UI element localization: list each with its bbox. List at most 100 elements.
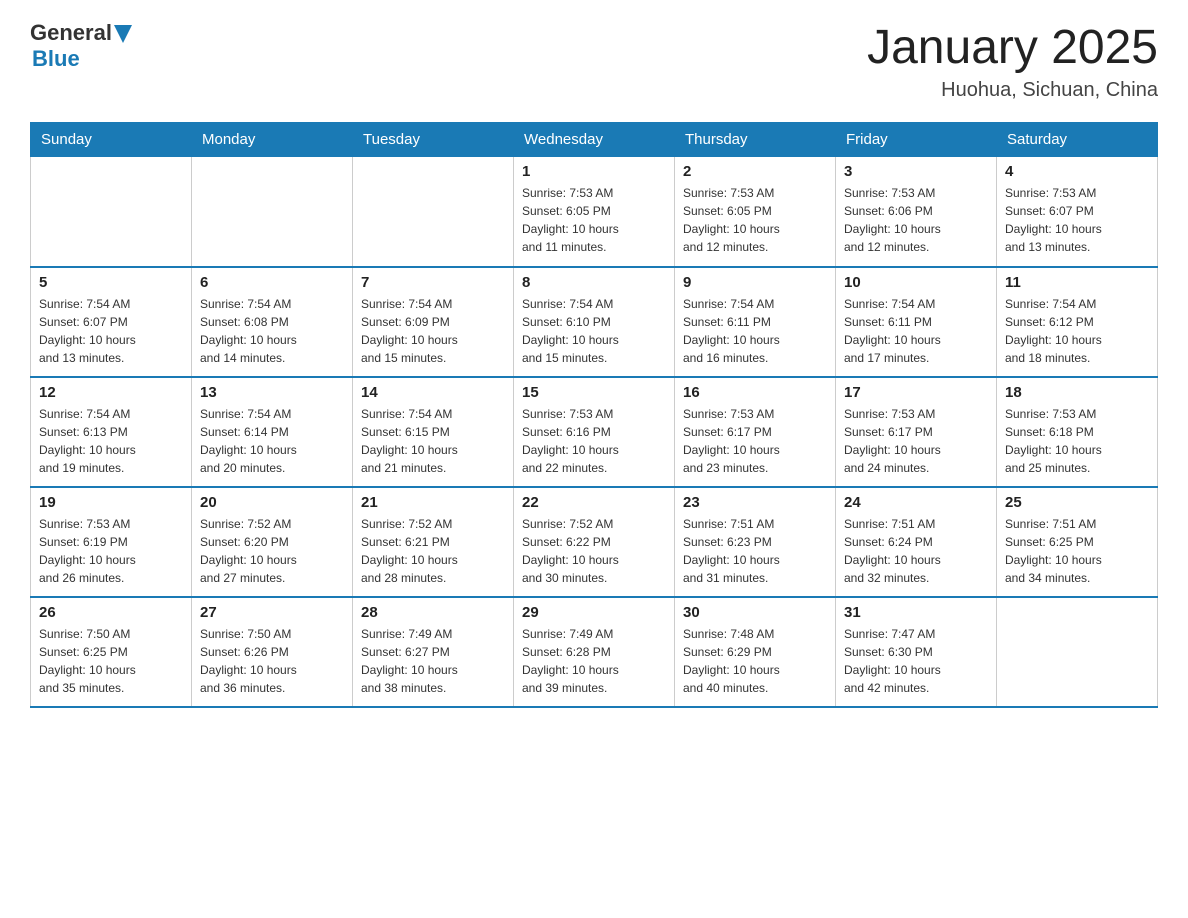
day-number: 9 xyxy=(683,274,827,291)
day-number: 21 xyxy=(361,494,505,511)
day-info: Sunrise: 7:51 AM Sunset: 6:23 PM Dayligh… xyxy=(683,515,827,587)
week-row-4: 19 Sunrise: 7:53 AM Sunset: 6:19 PM Dayli… xyxy=(31,487,1158,597)
day-number: 26 xyxy=(39,604,183,621)
weekday-header-sunday: Sunday xyxy=(31,123,192,157)
calendar-cell xyxy=(192,157,353,267)
week-row-5: 26 Sunrise: 7:50 AM Sunset: 6:25 PM Dayli… xyxy=(31,597,1158,707)
day-number: 27 xyxy=(200,604,344,621)
day-number: 12 xyxy=(39,384,183,401)
day-number: 24 xyxy=(844,494,988,511)
day-number: 14 xyxy=(361,384,505,401)
page-header: General Blue January 2025 Huohua, Sichua… xyxy=(30,20,1158,102)
day-info: Sunrise: 7:54 AM Sunset: 6:11 PM Dayligh… xyxy=(844,295,988,367)
calendar-cell: 4Sunrise: 7:53 AM Sunset: 6:07 PM Daylig… xyxy=(997,157,1158,267)
day-number: 10 xyxy=(844,274,988,291)
calendar-cell: 16 Sunrise: 7:53 AM Sunset: 6:17 PM Dayli… xyxy=(675,377,836,487)
day-info: Sunrise: 7:52 AM Sunset: 6:21 PM Dayligh… xyxy=(361,515,505,587)
day-number: 28 xyxy=(361,604,505,621)
calendar-cell: 27 Sunrise: 7:50 AM Sunset: 6:26 PM Dayli… xyxy=(192,597,353,707)
day-info: Sunrise: 7:50 AM Sunset: 6:26 PM Dayligh… xyxy=(200,625,344,697)
day-info: Sunrise: 7:49 AM Sunset: 6:28 PM Dayligh… xyxy=(522,625,666,697)
weekday-header-monday: Monday xyxy=(192,123,353,157)
day-info: Sunrise: 7:47 AM Sunset: 6:30 PM Dayligh… xyxy=(844,625,988,697)
calendar-subtitle: Huohua, Sichuan, China xyxy=(867,79,1158,102)
calendar-cell: 9 Sunrise: 7:54 AM Sunset: 6:11 PM Daylig… xyxy=(675,267,836,377)
day-number: 2 xyxy=(683,163,827,180)
calendar-cell xyxy=(353,157,514,267)
day-info: Sunrise: 7:51 AM Sunset: 6:25 PM Dayligh… xyxy=(1005,515,1149,587)
week-row-1: 1 Sunrise: 7:53 AM Sunset: 6:05 PM Daylig… xyxy=(31,157,1158,267)
weekday-header-wednesday: Wednesday xyxy=(514,123,675,157)
day-number: 20 xyxy=(200,494,344,511)
calendar-cell: 20 Sunrise: 7:52 AM Sunset: 6:20 PM Dayli… xyxy=(192,487,353,597)
day-info: Sunrise: 7:53 AM Sunset: 6:19 PM Dayligh… xyxy=(39,515,183,587)
day-info: Sunrise: 7:54 AM Sunset: 6:12 PM Dayligh… xyxy=(1005,295,1149,367)
day-info: Sunrise: 7:53 AM Sunset: 6:17 PM Dayligh… xyxy=(683,405,827,477)
weekday-header-friday: Friday xyxy=(836,123,997,157)
day-number: 17 xyxy=(844,384,988,401)
day-info: Sunrise: 7:53 AM Sunset: 6:17 PM Dayligh… xyxy=(844,405,988,477)
day-info: Sunrise: 7:53 AM Sunset: 6:16 PM Dayligh… xyxy=(522,405,666,477)
day-number: 25 xyxy=(1005,494,1149,511)
day-info: Sunrise: 7:49 AM Sunset: 6:27 PM Dayligh… xyxy=(361,625,505,697)
day-info: Sunrise: 7:53 AM Sunset: 6:05 PM Dayligh… xyxy=(522,184,666,256)
day-number: 19 xyxy=(39,494,183,511)
logo: General Blue xyxy=(30,20,132,72)
calendar-cell: 11Sunrise: 7:54 AM Sunset: 6:12 PM Dayli… xyxy=(997,267,1158,377)
weekday-header-tuesday: Tuesday xyxy=(353,123,514,157)
day-number: 4 xyxy=(1005,163,1149,180)
calendar-cell xyxy=(997,597,1158,707)
day-info: Sunrise: 7:54 AM Sunset: 6:15 PM Dayligh… xyxy=(361,405,505,477)
day-number: 31 xyxy=(844,604,988,621)
week-row-3: 12 Sunrise: 7:54 AM Sunset: 6:13 PM Dayli… xyxy=(31,377,1158,487)
day-number: 6 xyxy=(200,274,344,291)
day-info: Sunrise: 7:52 AM Sunset: 6:20 PM Dayligh… xyxy=(200,515,344,587)
day-info: Sunrise: 7:54 AM Sunset: 6:07 PM Dayligh… xyxy=(39,295,183,367)
day-number: 22 xyxy=(522,494,666,511)
day-info: Sunrise: 7:54 AM Sunset: 6:14 PM Dayligh… xyxy=(200,405,344,477)
calendar-cell: 14 Sunrise: 7:54 AM Sunset: 6:15 PM Dayli… xyxy=(353,377,514,487)
day-number: 23 xyxy=(683,494,827,511)
calendar-cell: 10 Sunrise: 7:54 AM Sunset: 6:11 PM Dayli… xyxy=(836,267,997,377)
calendar-cell: 12 Sunrise: 7:54 AM Sunset: 6:13 PM Dayli… xyxy=(31,377,192,487)
calendar-cell: 5 Sunrise: 7:54 AM Sunset: 6:07 PM Daylig… xyxy=(31,267,192,377)
day-info: Sunrise: 7:53 AM Sunset: 6:06 PM Dayligh… xyxy=(844,184,988,256)
calendar-cell: 25 Sunrise: 7:51 AM Sunset: 6:25 PM Dayli… xyxy=(997,487,1158,597)
calendar-cell: 3Sunrise: 7:53 AM Sunset: 6:06 PM Daylig… xyxy=(836,157,997,267)
calendar-title: January 2025 xyxy=(867,20,1158,75)
calendar-cell: 19 Sunrise: 7:53 AM Sunset: 6:19 PM Dayli… xyxy=(31,487,192,597)
calendar-cell: 1 Sunrise: 7:53 AM Sunset: 6:05 PM Daylig… xyxy=(514,157,675,267)
day-info: Sunrise: 7:54 AM Sunset: 6:08 PM Dayligh… xyxy=(200,295,344,367)
calendar-cell: 15 Sunrise: 7:53 AM Sunset: 6:16 PM Dayli… xyxy=(514,377,675,487)
calendar-cell: 29Sunrise: 7:49 AM Sunset: 6:28 PM Dayli… xyxy=(514,597,675,707)
day-number: 15 xyxy=(522,384,666,401)
day-number: 13 xyxy=(200,384,344,401)
calendar-cell: 22Sunrise: 7:52 AM Sunset: 6:22 PM Dayli… xyxy=(514,487,675,597)
weekday-header-row: SundayMondayTuesdayWednesdayThursdayFrid… xyxy=(31,123,1158,157)
calendar-cell: 24 Sunrise: 7:51 AM Sunset: 6:24 PM Dayli… xyxy=(836,487,997,597)
day-info: Sunrise: 7:54 AM Sunset: 6:10 PM Dayligh… xyxy=(522,295,666,367)
calendar-cell: 30Sunrise: 7:48 AM Sunset: 6:29 PM Dayli… xyxy=(675,597,836,707)
day-info: Sunrise: 7:54 AM Sunset: 6:13 PM Dayligh… xyxy=(39,405,183,477)
logo-blue-text: Blue xyxy=(32,46,80,72)
calendar-cell: 23 Sunrise: 7:51 AM Sunset: 6:23 PM Dayli… xyxy=(675,487,836,597)
day-number: 18 xyxy=(1005,384,1149,401)
calendar-cell: 28 Sunrise: 7:49 AM Sunset: 6:27 PM Dayli… xyxy=(353,597,514,707)
day-info: Sunrise: 7:50 AM Sunset: 6:25 PM Dayligh… xyxy=(39,625,183,697)
calendar-cell: 31 Sunrise: 7:47 AM Sunset: 6:30 PM Dayli… xyxy=(836,597,997,707)
calendar-cell: 8Sunrise: 7:54 AM Sunset: 6:10 PM Daylig… xyxy=(514,267,675,377)
calendar-cell: 21 Sunrise: 7:52 AM Sunset: 6:21 PM Dayli… xyxy=(353,487,514,597)
day-number: 16 xyxy=(683,384,827,401)
calendar-cell: 6 Sunrise: 7:54 AM Sunset: 6:08 PM Daylig… xyxy=(192,267,353,377)
day-info: Sunrise: 7:54 AM Sunset: 6:11 PM Dayligh… xyxy=(683,295,827,367)
day-info: Sunrise: 7:53 AM Sunset: 6:05 PM Dayligh… xyxy=(683,184,827,256)
day-number: 1 xyxy=(522,163,666,180)
calendar-cell: 17 Sunrise: 7:53 AM Sunset: 6:17 PM Dayli… xyxy=(836,377,997,487)
day-number: 30 xyxy=(683,604,827,621)
calendar-cell: 2 Sunrise: 7:53 AM Sunset: 6:05 PM Daylig… xyxy=(675,157,836,267)
day-info: Sunrise: 7:51 AM Sunset: 6:24 PM Dayligh… xyxy=(844,515,988,587)
day-number: 5 xyxy=(39,274,183,291)
week-row-2: 5 Sunrise: 7:54 AM Sunset: 6:07 PM Daylig… xyxy=(31,267,1158,377)
calendar-cell: 13 Sunrise: 7:54 AM Sunset: 6:14 PM Dayli… xyxy=(192,377,353,487)
day-number: 7 xyxy=(361,274,505,291)
